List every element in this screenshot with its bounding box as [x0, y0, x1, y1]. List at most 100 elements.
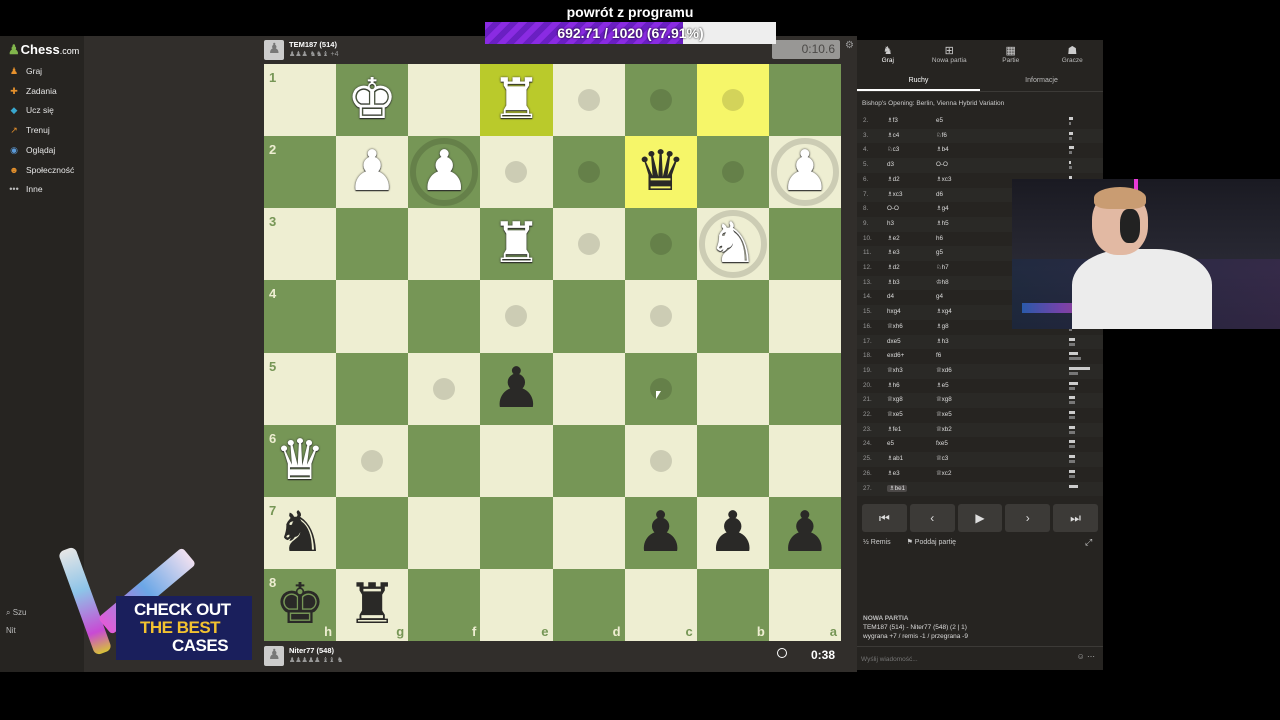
- next-move-button[interactable]: ›: [1005, 504, 1051, 532]
- square-g8[interactable]: g ♜: [336, 568, 409, 641]
- black-move[interactable]: ♗h5: [936, 220, 949, 227]
- square-g1[interactable]: ♚: [336, 64, 409, 137]
- square-h7[interactable]: 7 ♞: [264, 496, 337, 569]
- square-a7[interactable]: ♟: [768, 496, 841, 569]
- white-piece[interactable]: ♚: [336, 64, 408, 136]
- search-icon[interactable]: ⌕ Szu: [6, 608, 27, 618]
- black-move[interactable]: ♕xb2: [936, 426, 952, 433]
- black-move[interactable]: d6: [936, 191, 943, 198]
- black-move[interactable]: h6: [936, 235, 943, 242]
- black-move[interactable]: e5: [936, 117, 943, 124]
- square-f5[interactable]: [408, 352, 481, 425]
- black-piece[interactable]: ♟: [625, 497, 697, 569]
- move-hint-dot[interactable]: [721, 161, 744, 184]
- square-b8[interactable]: b: [696, 568, 769, 641]
- square-d7[interactable]: [552, 496, 625, 569]
- square-h1[interactable]: 1: [264, 64, 337, 137]
- square-c4[interactable]: [624, 280, 697, 353]
- white-move[interactable]: d4: [887, 293, 894, 300]
- emoji-icon[interactable]: ☺: [1077, 652, 1085, 661]
- white-move[interactable]: hxg4: [887, 308, 901, 315]
- move-hint-dot[interactable]: [577, 89, 600, 111]
- square-f7[interactable]: [408, 496, 481, 569]
- square-a4[interactable]: [768, 280, 841, 353]
- square-c8[interactable]: c: [624, 568, 697, 641]
- white-move[interactable]: ♗c4: [887, 132, 899, 139]
- subtab-ruchy[interactable]: Ruchy: [857, 72, 980, 91]
- black-move[interactable]: O-O: [936, 161, 948, 168]
- move-hint-dot[interactable]: [577, 161, 600, 184]
- square-f8[interactable]: f: [408, 568, 481, 641]
- square-a2[interactable]: ♟: [768, 136, 841, 209]
- black-move[interactable]: ♗e5: [936, 382, 949, 389]
- white-piece[interactable]: ♜: [480, 208, 552, 280]
- white-move[interactable]: O-O: [887, 205, 899, 212]
- black-move[interactable]: ♗xc3: [936, 176, 951, 183]
- resign-button[interactable]: ⚑ Poddaj partię: [907, 539, 956, 546]
- white-piece[interactable]: ♞: [697, 208, 769, 280]
- square-e1[interactable]: ♜: [480, 64, 553, 137]
- white-piece[interactable]: ♟: [769, 136, 841, 208]
- square-d2[interactable]: [552, 136, 625, 209]
- black-move[interactable]: fxe5: [936, 440, 948, 447]
- play-button[interactable]: ▶: [957, 504, 1003, 532]
- white-move[interactable]: ♕xh6: [887, 323, 903, 330]
- white-move[interactable]: ♗be1: [887, 484, 908, 492]
- white-move[interactable]: ♕xh3: [887, 367, 903, 374]
- move-hint-dot[interactable]: [649, 89, 672, 111]
- chat-input[interactable]: [861, 653, 1061, 665]
- square-g6[interactable]: [336, 424, 409, 497]
- move-hint-dot[interactable]: [577, 233, 600, 256]
- white-move[interactable]: ♗fe1: [887, 426, 901, 433]
- move-hint-dot[interactable]: [505, 305, 528, 328]
- tab-nowa-partia[interactable]: ⊞ Nowa partia: [919, 40, 981, 70]
- square-a1[interactable]: [768, 64, 841, 137]
- white-move[interactable]: ♗b3: [887, 279, 900, 286]
- chesscom-logo[interactable]: ♟Chess.com: [8, 42, 79, 58]
- black-piece[interactable]: ♞: [264, 497, 336, 569]
- move-hint-dot[interactable]: [721, 89, 744, 111]
- white-move[interactable]: h3: [887, 220, 894, 227]
- sidebar-item-społeczność[interactable]: ☻ Społeczność: [8, 161, 74, 179]
- black-move[interactable]: ♗h3: [936, 338, 949, 345]
- white-move[interactable]: exd6+: [887, 352, 904, 359]
- square-d8[interactable]: d: [552, 568, 625, 641]
- white-move[interactable]: ♗f3: [887, 117, 898, 124]
- white-move[interactable]: ♗d2: [887, 176, 900, 183]
- draw-button[interactable]: ½ Remis: [863, 539, 891, 546]
- move-hint-dot[interactable]: [433, 377, 456, 400]
- gear-icon[interactable]: ⚙: [845, 40, 854, 51]
- square-b7[interactable]: ♟: [696, 496, 769, 569]
- square-g5[interactable]: [336, 352, 409, 425]
- square-f1[interactable]: [408, 64, 481, 137]
- white-piece[interactable]: ♟: [408, 136, 480, 208]
- square-f3[interactable]: [408, 208, 481, 281]
- square-b5[interactable]: [696, 352, 769, 425]
- black-move[interactable]: ♘f6: [936, 132, 947, 139]
- white-piece[interactable]: ♜: [480, 64, 552, 136]
- square-f2[interactable]: ♟: [408, 136, 481, 209]
- square-g7[interactable]: [336, 496, 409, 569]
- black-piece[interactable]: ♟: [697, 497, 769, 569]
- black-move[interactable]: ♘h7: [936, 264, 949, 271]
- square-c3[interactable]: [624, 208, 697, 281]
- square-b6[interactable]: [696, 424, 769, 497]
- white-move[interactable]: e5: [887, 440, 894, 447]
- square-e5[interactable]: ♟: [480, 352, 553, 425]
- black-move[interactable]: g4: [936, 293, 943, 300]
- square-d6[interactable]: [552, 424, 625, 497]
- sidebar-item-oglądaj[interactable]: ◉ Oglądaj: [8, 141, 55, 159]
- square-d4[interactable]: [552, 280, 625, 353]
- square-b1[interactable]: [696, 64, 769, 137]
- previous-move-button[interactable]: ‹: [909, 504, 955, 532]
- white-move[interactable]: ♗xc3: [887, 191, 902, 198]
- avatar[interactable]: [264, 646, 284, 666]
- white-move[interactable]: ♕xe5: [887, 411, 903, 418]
- black-move[interactable]: ♕xd6: [936, 367, 952, 374]
- move-hint-dot[interactable]: [649, 233, 672, 256]
- chess-board[interactable]: 1 ♚ ♜ 2 ♟ ♟ ♛ ♟ 3 ♜ ♞ 4 5 ♟ 6 ♛ 7 ♞ ♟ ♟ ♟ 8 h ♚ g ♜ f e d c b a: [264, 64, 841, 641]
- square-g2[interactable]: ♟: [336, 136, 409, 209]
- move-hint-dot[interactable]: [649, 449, 672, 472]
- square-h6[interactable]: 6 ♛: [264, 424, 337, 497]
- white-move[interactable]: ♕xg8: [887, 396, 903, 403]
